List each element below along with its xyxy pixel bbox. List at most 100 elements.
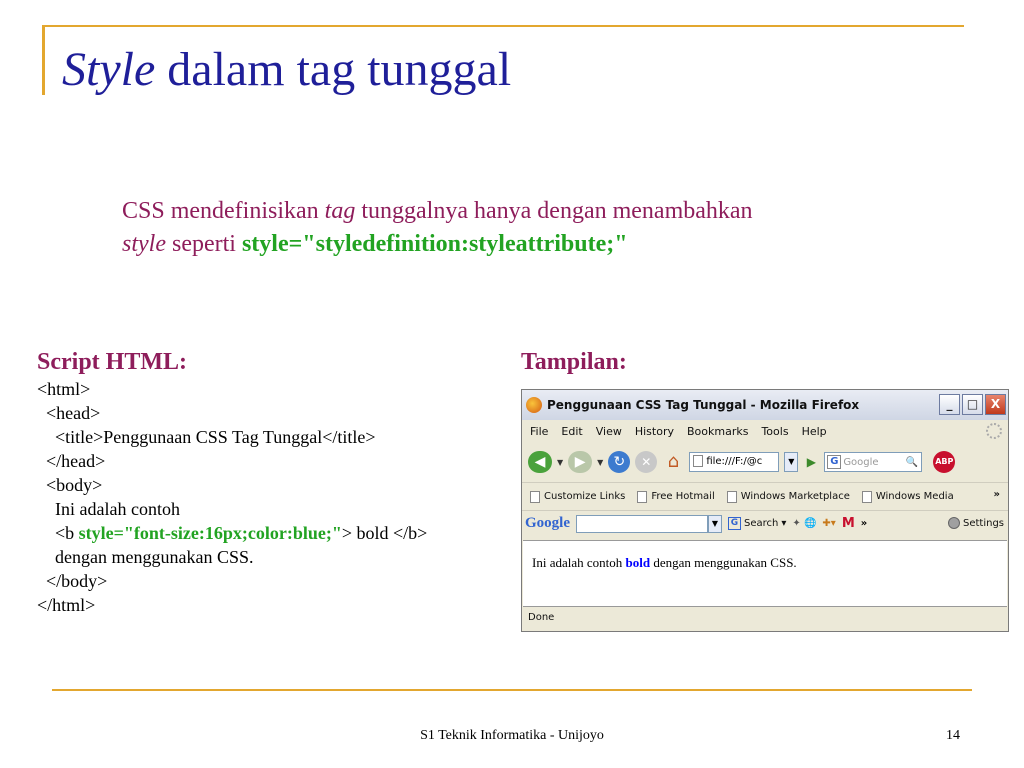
intro-text-c: seperti — [165, 231, 242, 257]
firefox-logo-icon — [526, 397, 542, 413]
code-line: </head> — [37, 451, 106, 471]
content-text-before: Ini adalah contoh — [532, 555, 626, 570]
magnifier-icon[interactable]: 🔍 — [906, 457, 921, 468]
bookmark-item[interactable]: Customize Links — [530, 490, 626, 503]
top-rule — [42, 25, 964, 27]
google-search-button[interactable]: G Search ▾ — [728, 517, 786, 530]
stop-icon[interactable]: ✕ — [635, 451, 658, 473]
back-dropdown-icon[interactable]: ▼ — [557, 458, 563, 467]
content-bold-text: bold — [625, 555, 651, 570]
search-placeholder: Google — [843, 456, 879, 468]
content-text-after: dengan menggunakan CSS. — [650, 555, 797, 570]
browser-window-title: Penggunaan CSS Tag Tunggal - Mozilla Fir… — [547, 398, 860, 412]
url-dropdown-icon[interactable]: ▼ — [784, 452, 799, 472]
reload-icon[interactable]: ↻ — [608, 451, 631, 473]
footer-text: S1 Teknik Informatika - Unijoyo — [420, 728, 604, 743]
bookmark-item[interactable]: Free Hotmail — [637, 490, 715, 503]
google-settings-button[interactable]: Settings — [947, 517, 1004, 529]
url-bar[interactable]: file:///F:/@c — [689, 452, 780, 472]
google-logo: Google — [525, 515, 570, 531]
menu-bookmarks[interactable]: Bookmarks — [687, 425, 748, 438]
bottom-rule — [52, 689, 972, 691]
puzzle-icon[interactable]: ✚▾ — [822, 518, 835, 529]
code-line: </html> — [37, 595, 96, 615]
code-line: <body> — [37, 475, 103, 495]
code-line: </body> — [37, 571, 108, 591]
intro-tag-word: tag — [324, 198, 356, 224]
toolbar-icons[interactable]: ✦ 🌐 — [792, 518, 816, 529]
page-number: 14 — [946, 728, 960, 743]
google-overflow-button[interactable]: » — [861, 518, 867, 529]
page-icon — [637, 490, 648, 503]
bookmark-label: Free Hotmail — [651, 491, 715, 502]
page-icon — [726, 490, 737, 503]
minimize-button[interactable]: _ — [939, 394, 960, 415]
menu-edit[interactable]: Edit — [561, 425, 582, 438]
page-icon — [861, 490, 872, 503]
status-bar: Done — [523, 606, 1007, 630]
code-line: dengan menggunakan CSS. — [37, 547, 254, 567]
home-icon[interactable]: ⌂ — [662, 451, 684, 473]
code-line: <title>Penggunaan CSS Tag Tunggal</title… — [37, 427, 376, 447]
adblock-plus-icon[interactable]: ABP — [933, 451, 956, 473]
google-toolbar: Google ▼ G Search ▾ ✦ 🌐 ✚▾ M » Settings — [522, 510, 1008, 536]
forward-dropdown-icon[interactable]: ▼ — [597, 458, 603, 467]
google-settings-label: Settings — [962, 517, 1004, 529]
browser-navbar: ◀ ▼ ▶ ▼ ↻ ✕ ⌂ file:///F:/@c ▼ ▶ G Google 🔍… — [522, 442, 1008, 482]
bookmark-item[interactable]: Windows Media — [861, 490, 954, 503]
code-listing: <html> <head> <title>Penggunaan CSS Tag … — [37, 377, 427, 617]
google-input-dropdown-icon[interactable]: ▼ — [708, 514, 722, 533]
menu-history[interactable]: History — [635, 425, 674, 438]
google-search-input[interactable] — [576, 514, 708, 533]
maximize-button[interactable]: □ — [962, 394, 983, 415]
intro-line-2: style seperti style="styledefinition:sty… — [122, 228, 972, 261]
bookmarks-toolbar: Customize Links Free Hotmail Windows Mar… — [522, 482, 1008, 510]
bookmark-label: Windows Media — [875, 491, 954, 502]
search-box[interactable]: G Google 🔍 — [824, 452, 923, 472]
menu-view[interactable]: View — [596, 425, 622, 438]
bookmarks-overflow-button[interactable]: » — [994, 489, 1000, 500]
back-arrow-icon[interactable]: ◀ — [528, 451, 552, 473]
dropdown-icon: ▾ — [781, 518, 787, 529]
code-line-7b: > bold </b> — [341, 523, 428, 543]
close-button[interactable]: X — [985, 394, 1006, 415]
code-style-attr: style="font-size:16px;color:blue;" — [78, 523, 342, 543]
slide-title-italic: Style — [62, 43, 156, 96]
intro-line-1: CSS mendefinisikan tag tunggalnya hanya … — [122, 195, 972, 228]
page-content: Ini adalah contoh bold dengan menggunaka… — [523, 540, 1007, 606]
settings-icon — [947, 517, 960, 529]
google-g-icon: G — [827, 455, 842, 469]
google-g-icon: G — [728, 517, 741, 530]
bookmark-item[interactable]: Windows Marketplace — [726, 490, 850, 503]
script-heading: Script HTML: — [37, 349, 187, 375]
menu-help[interactable]: Help — [802, 425, 827, 438]
page-icon — [530, 490, 540, 503]
menu-file[interactable]: File — [530, 425, 548, 438]
intro-text: CSS mendefinisikan tag tunggalnya hanya … — [122, 195, 972, 261]
display-heading: Tampilan: — [521, 349, 627, 375]
page-icon — [693, 455, 704, 467]
gmail-icon[interactable]: M — [842, 516, 855, 531]
throbber-icon — [986, 423, 1002, 439]
intro-text-a: CSS mendefinisikan — [122, 198, 325, 224]
bookmark-label: Customize Links — [544, 491, 626, 502]
left-accent-bar — [42, 25, 45, 95]
code-line: <b style="font-size:16px;color:blue;"> b… — [37, 521, 427, 545]
bookmark-label: Windows Marketplace — [740, 491, 850, 502]
go-icon[interactable]: ▶ — [803, 453, 819, 471]
code-line: Ini adalah contoh — [37, 499, 180, 519]
intro-code: style="styledefinition:styleattribute;" — [241, 231, 628, 257]
code-line: <html> — [37, 379, 91, 399]
google-search-label: Search — [744, 518, 779, 529]
menu-tools[interactable]: Tools — [761, 425, 788, 438]
code-line-7a: <b — [37, 523, 79, 543]
slide-title-rest: dalam tag tunggal — [155, 43, 512, 96]
slide-title: Style dalam tag tunggal — [62, 42, 511, 97]
intro-text-b: tunggalnya hanya dengan menambahkan — [355, 198, 753, 224]
forward-arrow-icon[interactable]: ▶ — [568, 451, 593, 473]
browser-menubar: File Edit View History Bookmarks Tools H… — [522, 420, 1008, 442]
code-line: <head> — [37, 403, 101, 423]
intro-style-word: style — [122, 231, 166, 257]
browser-window-screenshot: Penggunaan CSS Tag Tunggal - Mozilla Fir… — [521, 389, 1009, 632]
browser-titlebar: Penggunaan CSS Tag Tunggal - Mozilla Fir… — [522, 390, 1008, 420]
